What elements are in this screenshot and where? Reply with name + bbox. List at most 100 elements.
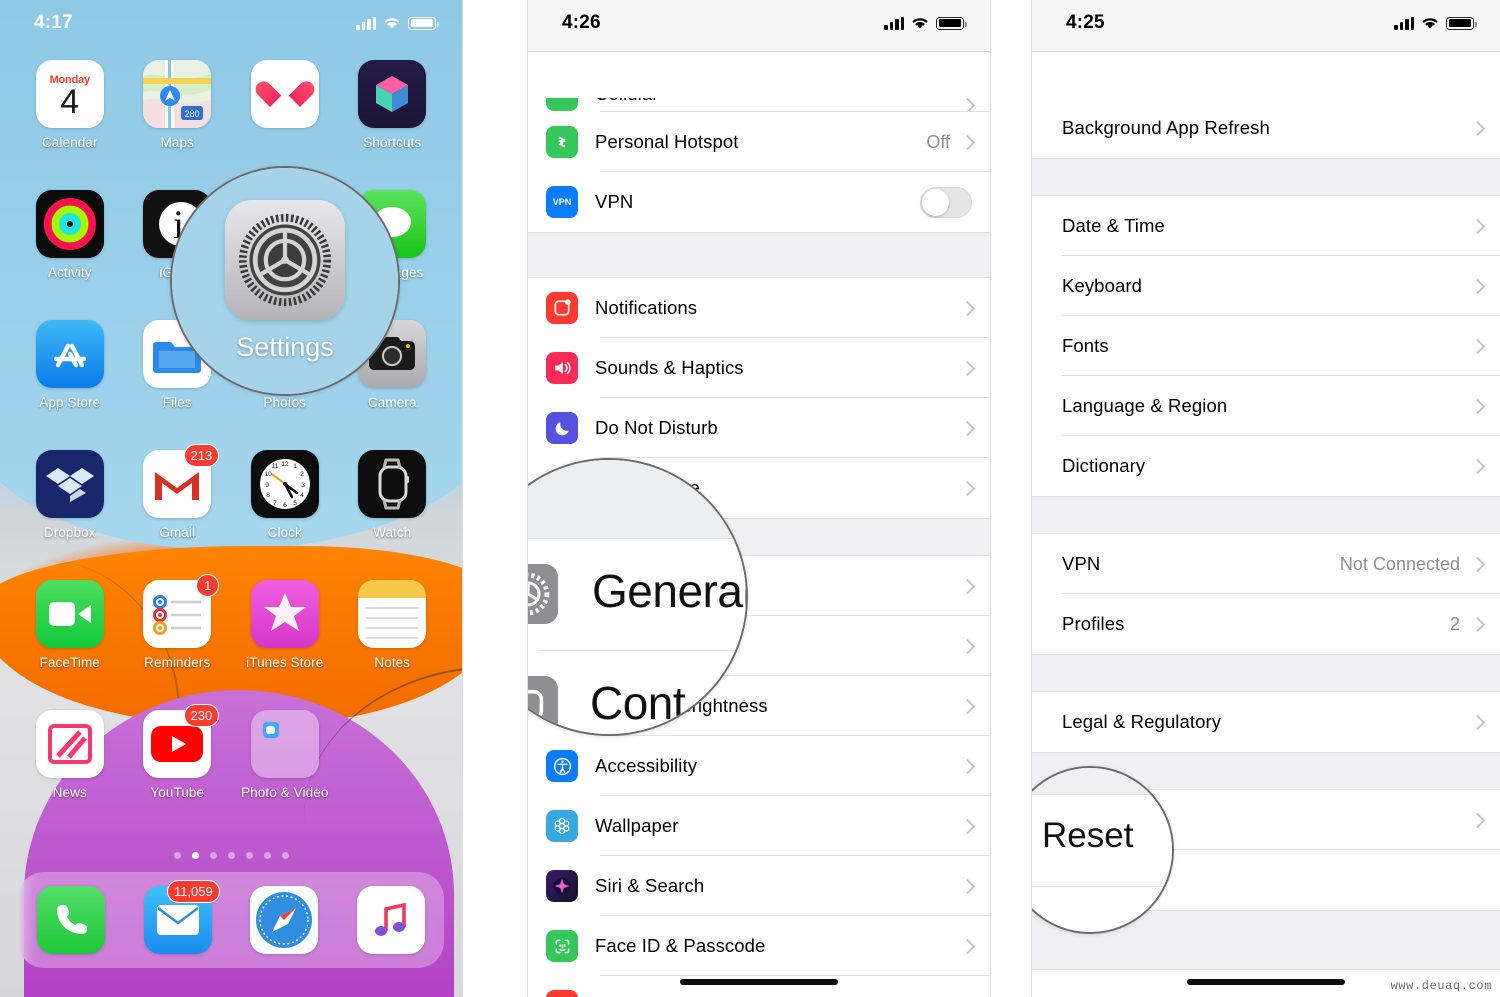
panel-divider-2 (990, 0, 1032, 997)
settings-row-notifications[interactable]: Notifications (528, 278, 990, 338)
home-app-appstore[interactable]: App Store (16, 320, 124, 444)
home-app-activity[interactable]: Activity (16, 190, 124, 314)
home-app-empty-slot (339, 710, 447, 834)
battery-icon (936, 16, 967, 30)
settings-row-label: Sounds & Haptics (595, 357, 744, 378)
chevron-right-icon (962, 360, 972, 376)
general-row-dictionary[interactable]: Dictionary (1032, 436, 1500, 496)
home-app-label: News (52, 785, 87, 800)
svg-text:4: 4 (300, 492, 304, 499)
settings-row-label: Cellular (595, 98, 659, 105)
chevron-right-icon (1472, 338, 1482, 354)
dock-app-mail[interactable]: 11,059 (143, 880, 220, 954)
dock-app-safari[interactable] (250, 886, 319, 954)
general-row-fonts[interactable]: Fonts (1032, 316, 1500, 376)
chevron-right-icon (1472, 458, 1482, 474)
settings-row-value: Off (926, 131, 950, 152)
settings-row-value: 2 (1449, 613, 1460, 634)
status-time: 4:25 (1066, 12, 1105, 33)
general-row-date-time[interactable]: Date & Time (1032, 196, 1500, 256)
home-app-maps[interactable]: 280 Maps (124, 60, 232, 184)
chevron-right-icon (1472, 556, 1482, 572)
home-app-label: Gmail (159, 525, 196, 540)
home-app-label: YouTube (150, 785, 205, 800)
chevron-right-icon (962, 878, 972, 894)
battery-icon (408, 16, 439, 30)
settings-row-label: VPN (1062, 553, 1101, 574)
magnified-control-center-label: Cont (590, 677, 686, 729)
app-badge: 213 (183, 444, 220, 467)
settings-row-personal-hotspot[interactable]: Personal Hotspot Off (528, 112, 990, 172)
settings-row-wallpaper[interactable]: Wallpaper (528, 796, 990, 856)
magnified-control-center-icon (528, 676, 558, 734)
settings-row-label: Do Not Disturb (595, 417, 718, 438)
home-app-label: Clock (267, 525, 302, 540)
general-row-language-region[interactable]: Language & Region (1032, 376, 1500, 436)
home-app-clock[interactable]: 12 3 6 9 12 45 7 8 10 11 Clock (231, 450, 339, 574)
chevron-right-icon (962, 300, 972, 316)
home-app-shortcuts[interactable]: Shortcuts (339, 60, 447, 184)
home-app-youtube[interactable]: 230 YouTube (124, 704, 232, 834)
maps-app-icon: 280 (143, 60, 212, 128)
svg-text:5: 5 (293, 500, 297, 507)
settings-section-gap (1032, 496, 1500, 534)
home-app-watch[interactable]: Watch (339, 450, 447, 574)
settings-row-face-id-passcode[interactable]: Face ID & Passcode (528, 916, 990, 976)
svg-text:3: 3 (301, 482, 305, 489)
status-time: 4:17 (34, 12, 73, 33)
chevron-right-icon (962, 480, 972, 496)
wallpaper-icon (546, 810, 578, 842)
general-row-keyboard[interactable]: Keyboard (1032, 256, 1500, 316)
home-indicator[interactable] (1187, 979, 1345, 985)
settings-row-vpn[interactable]: VPN VPN (528, 172, 990, 232)
dock-app-music[interactable] (356, 886, 425, 954)
home-app-calendar[interactable]: Monday 4 Calendar (16, 60, 124, 184)
sounds-haptics-icon (546, 352, 578, 384)
home-app-facetime[interactable]: FaceTime (16, 580, 124, 704)
chevron-right-icon (1472, 812, 1482, 828)
settings-row-cellular[interactable]: Cellular (528, 98, 990, 112)
settings-section-gap (1032, 158, 1500, 196)
magnified-general-label: General (592, 565, 748, 617)
battery-icon (1446, 16, 1477, 30)
settings-row-siri-search[interactable]: Siri & Search (528, 856, 990, 916)
settings-app-magnifier: Settings (170, 166, 400, 396)
home-app-itunes-store[interactable]: iTunes Store (231, 580, 339, 704)
itunes-store-app-icon (250, 580, 319, 648)
phone-panel-home-screen: 4:17 Monday 4 Calendar 280 Maps Shortcut… (0, 0, 462, 997)
chevron-right-icon (1472, 714, 1482, 730)
settings-row-label: Profiles (1062, 613, 1125, 634)
app-store-app-icon (35, 320, 104, 388)
home-folder-photo-video[interactable]: Photo & Video (231, 710, 339, 834)
general-row-background-app-refresh[interactable]: Background App Refresh (1032, 98, 1500, 158)
settings-row-sounds-haptics[interactable]: Sounds & Haptics (528, 338, 990, 398)
home-indicator[interactable] (680, 979, 838, 985)
home-app-notes[interactable]: Notes (339, 580, 447, 704)
page-dots[interactable] (0, 852, 462, 859)
wifi-icon (383, 17, 401, 30)
chevron-right-icon (962, 578, 972, 594)
safari-app-icon (250, 886, 319, 954)
magnified-settings-app-icon (225, 199, 345, 320)
dock-app-phone[interactable] (37, 886, 106, 954)
vpn-icon: VPN (546, 186, 578, 218)
chevron-right-icon (962, 818, 972, 834)
chevron-right-icon (1472, 398, 1482, 414)
general-row-profiles[interactable]: Profiles 2 (1032, 594, 1500, 654)
cellular-signal-icon (884, 16, 904, 30)
general-row-vpn[interactable]: VPN Not Connected (1032, 534, 1500, 594)
home-app-dropbox[interactable]: Dropbox (16, 450, 124, 574)
settings-row-do-not-disturb[interactable]: Do Not Disturb (528, 398, 990, 458)
home-app-gmail[interactable]: 213 Gmail (124, 444, 232, 574)
home-app-reminders[interactable]: 1 Reminders (124, 574, 232, 704)
settings-row-accessibility[interactable]: Accessibility (528, 736, 990, 796)
vpn-toggle[interactable] (920, 186, 972, 218)
home-app-label: Calendar (41, 135, 98, 150)
app-badge: 1 (196, 574, 220, 597)
home-app-news[interactable]: News (16, 710, 124, 834)
phone-panel-settings-list: Cellular Personal Hotspot Off VPN VPN (528, 0, 990, 997)
settings-row-label: Fonts (1062, 335, 1109, 356)
general-row-legal-regulatory[interactable]: Legal & Regulatory (1032, 692, 1500, 752)
settings-row-label: Personal Hotspot (595, 131, 739, 152)
chevron-right-icon (962, 698, 972, 714)
